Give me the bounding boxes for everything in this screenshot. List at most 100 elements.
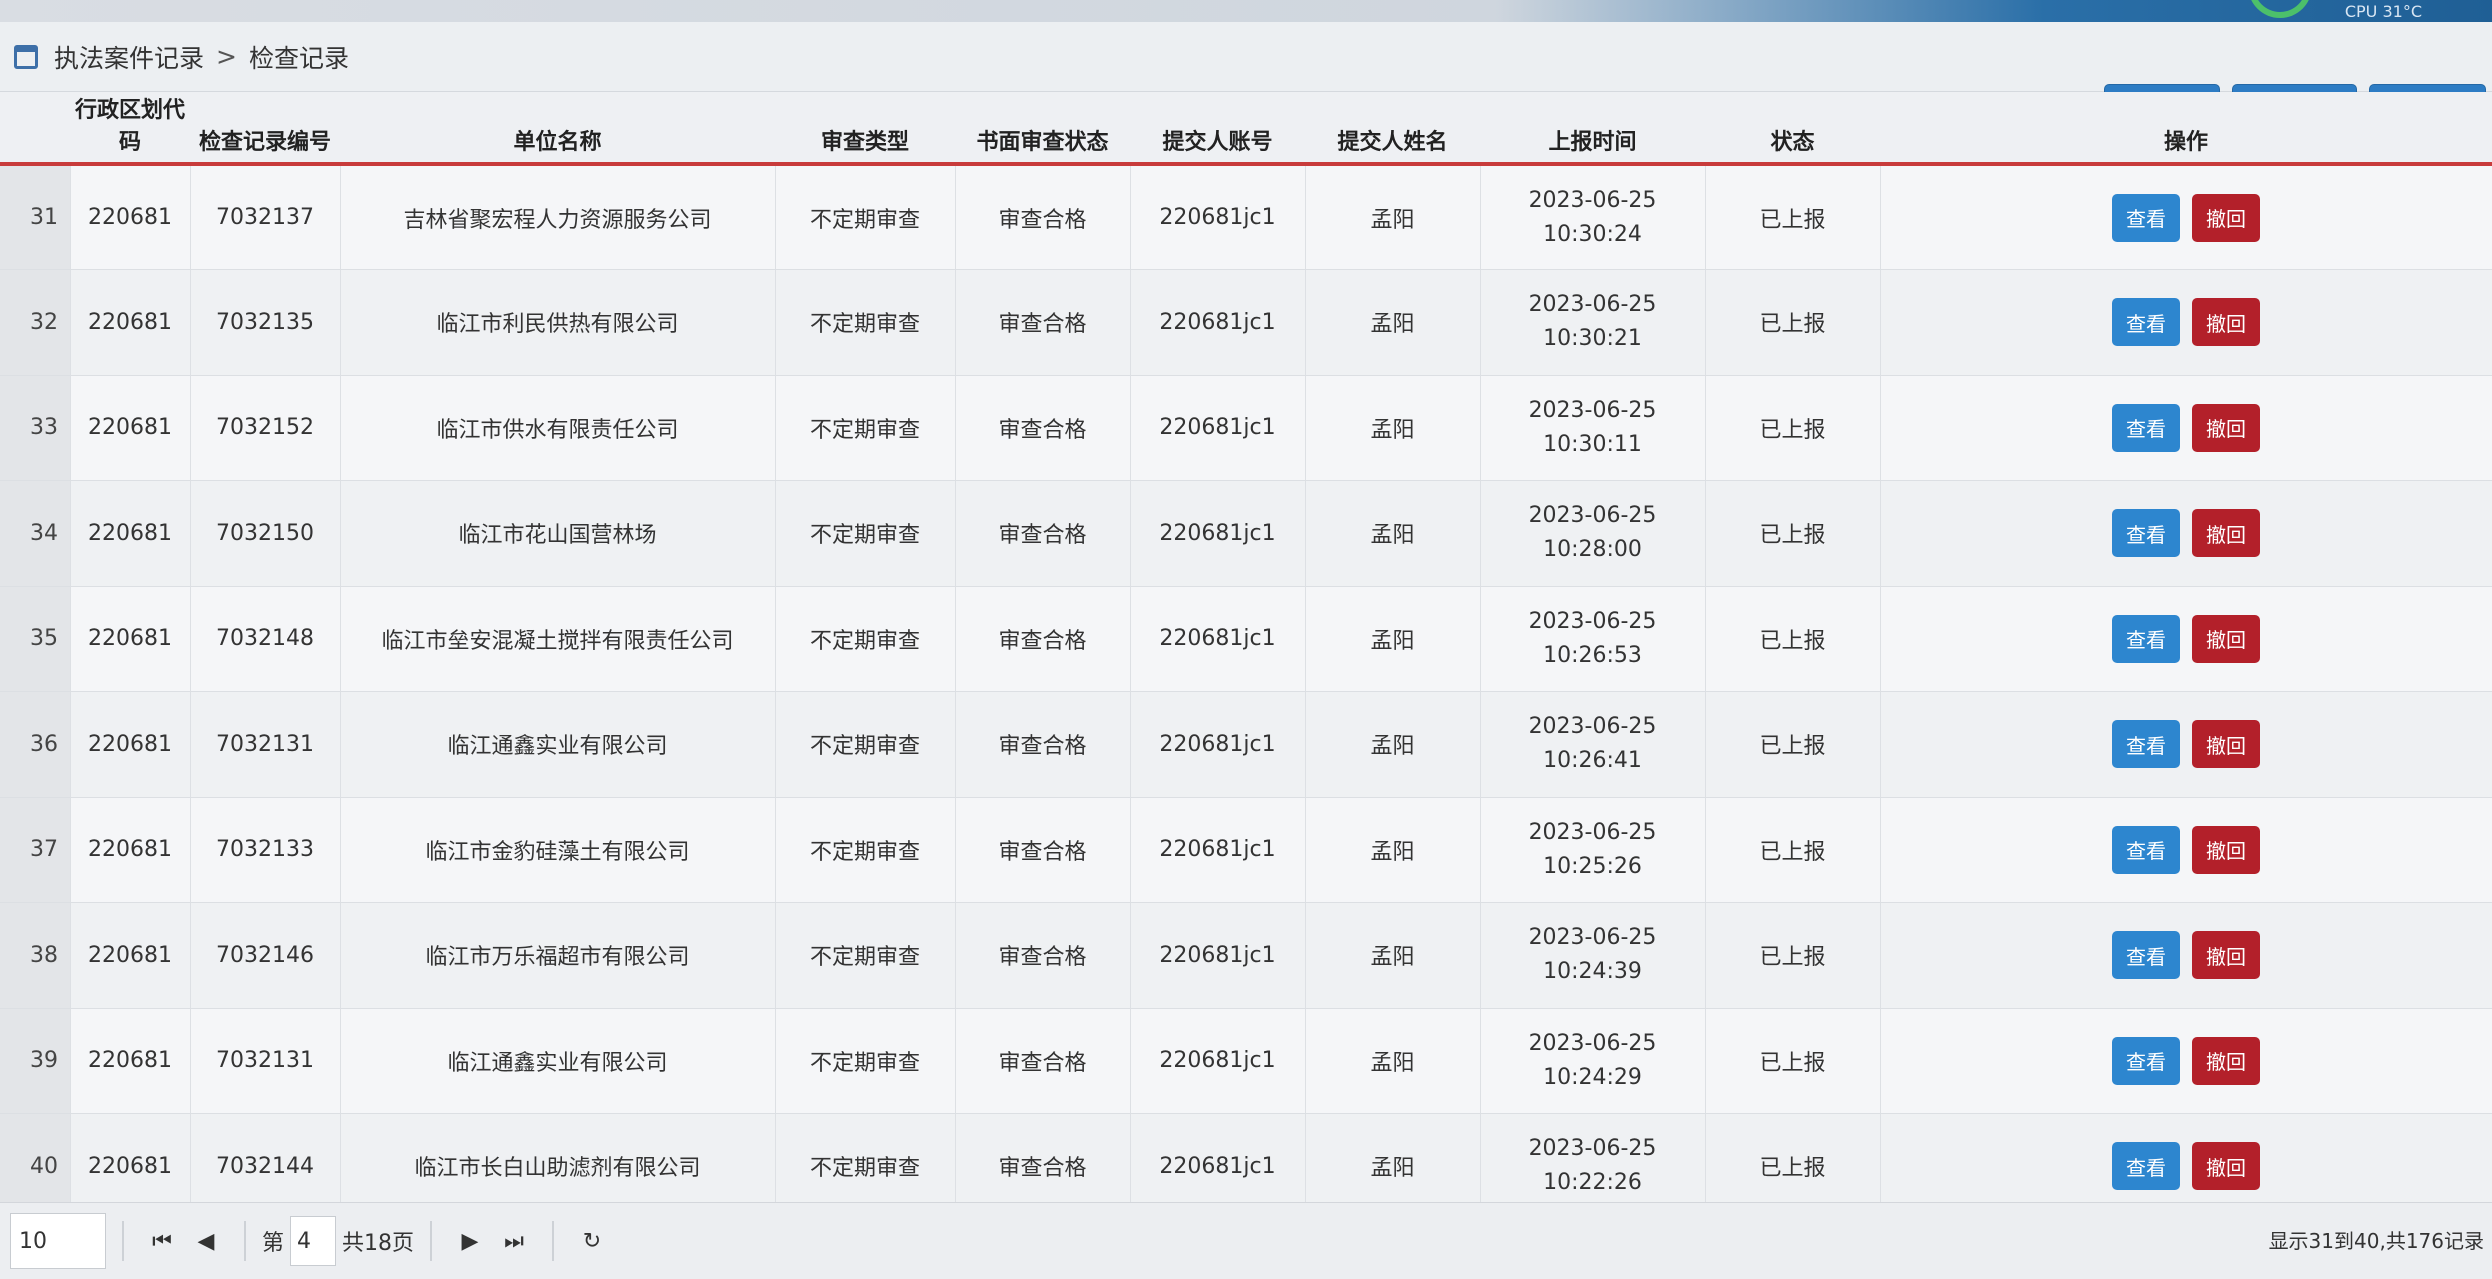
pager-divider	[122, 1221, 124, 1261]
page-size-select[interactable]: 10	[10, 1213, 106, 1269]
report-date: 2023-06-25	[1528, 292, 1657, 318]
cell-region-code: 220681	[70, 902, 191, 1009]
row-index: 31	[0, 164, 71, 270]
cell-report-time: 2023-06-25 10:26:53	[1480, 586, 1706, 692]
col-header-time[interactable]: 上报时间	[1480, 92, 1705, 166]
breadcrumb: 执法案件记录 > 检查记录	[0, 22, 2492, 92]
cell-record-number: 7032133	[190, 797, 341, 903]
cell-review-status: 审查合格	[955, 269, 1131, 376]
cell-operations: 查看 撤回	[1880, 691, 2492, 798]
pager-divider	[430, 1221, 433, 1261]
withdraw-button[interactable]: 撤回	[2192, 509, 2260, 558]
report-clock: 10:28:00	[1543, 537, 1642, 563]
report-clock: 10:30:24	[1543, 221, 1642, 247]
cell-status: 已上报	[1705, 797, 1881, 903]
withdraw-button[interactable]: 撤回	[2192, 403, 2260, 452]
col-header-review[interactable]: 书面审查状态	[955, 92, 1130, 166]
withdraw-button[interactable]: 撤回	[2192, 720, 2260, 769]
cell-submitter-account: 220681jc1	[1130, 1008, 1306, 1114]
withdraw-button[interactable]: 撤回	[2192, 1036, 2260, 1085]
cell-submitter-name: 孟阳	[1305, 164, 1481, 270]
cell-report-time: 2023-06-25 10:24:39	[1480, 902, 1706, 1009]
view-button[interactable]: 查看	[2112, 193, 2180, 242]
withdraw-button[interactable]: 撤回	[2192, 193, 2260, 242]
cell-region-code: 220681	[70, 480, 191, 587]
first-page-icon[interactable]: ⏮	[140, 1229, 184, 1254]
prev-page-icon[interactable]: ◀	[184, 1229, 228, 1254]
report-clock: 10:26:53	[1543, 642, 1642, 668]
cell-unit-name: 吉林省聚宏程人力资源服务公司	[340, 164, 776, 270]
col-header-status[interactable]: 状态	[1705, 92, 1880, 166]
cell-submitter-name: 孟阳	[1305, 269, 1481, 376]
cell-submitter-account: 220681jc1	[1130, 691, 1306, 798]
cell-review-type: 不定期审查	[775, 797, 956, 903]
cell-record-number: 7032135	[190, 269, 341, 376]
cell-submitter-name: 孟阳	[1305, 797, 1481, 903]
cpu-gauge-icon	[2248, 0, 2312, 18]
breadcrumb-root[interactable]: 执法案件记录	[54, 39, 204, 75]
view-button[interactable]: 查看	[2112, 298, 2180, 347]
cpu-label: CPU 31°C	[2344, 2, 2422, 21]
breadcrumb-separator: >	[216, 42, 237, 71]
cell-operations: 查看 撤回	[1880, 480, 2492, 587]
view-button[interactable]: 查看	[2112, 825, 2180, 874]
report-clock: 10:22:26	[1543, 1170, 1642, 1196]
cell-review-status: 审查合格	[955, 375, 1131, 481]
cell-record-number: 7032131	[190, 1008, 341, 1114]
col-header-region[interactable]: 行政区划代码	[70, 92, 190, 166]
col-header-record[interactable]: 检查记录编号	[190, 92, 340, 166]
view-button[interactable]: 查看	[2112, 931, 2180, 980]
report-date: 2023-06-25	[1528, 608, 1657, 634]
cell-submitter-account: 220681jc1	[1130, 164, 1306, 270]
report-clock: 10:30:11	[1543, 431, 1642, 457]
report-date: 2023-06-25	[1528, 503, 1657, 529]
table-row: 34 220681 7032150 临江市花山国营林场 不定期审查 审查合格 220681j…	[0, 480, 2492, 587]
table-row: 37 220681 7032133 临江市金豹硅藻土有限公司 不定期审查 审查合格 2206…	[0, 797, 2492, 903]
view-button[interactable]: 查看	[2112, 720, 2180, 769]
cell-submitter-account: 220681jc1	[1130, 902, 1306, 1009]
row-index: 39	[0, 1008, 71, 1114]
view-button[interactable]: 查看	[2112, 509, 2180, 558]
refresh-icon[interactable]: ↻	[570, 1229, 614, 1254]
cell-submitter-account: 220681jc1	[1130, 375, 1306, 481]
withdraw-button[interactable]: 撤回	[2192, 1142, 2260, 1191]
view-button[interactable]: 查看	[2112, 614, 2180, 663]
next-page-icon[interactable]: ▶	[448, 1229, 492, 1254]
withdraw-button[interactable]: 撤回	[2192, 931, 2260, 980]
report-clock: 10:25:26	[1543, 853, 1642, 879]
withdraw-button[interactable]: 撤回	[2192, 298, 2260, 347]
col-header-unit[interactable]: 单位名称	[340, 92, 775, 166]
withdraw-button[interactable]: 撤回	[2192, 825, 2260, 874]
cell-operations: 查看 撤回	[1880, 902, 2492, 1009]
view-button[interactable]: 查看	[2112, 403, 2180, 452]
report-clock: 10:24:39	[1543, 959, 1642, 985]
report-date: 2023-06-25	[1528, 187, 1657, 213]
cell-report-time: 2023-06-25 10:30:11	[1480, 375, 1706, 481]
view-button[interactable]: 查看	[2112, 1142, 2180, 1191]
report-date: 2023-06-25	[1528, 1030, 1657, 1056]
col-header-name[interactable]: 提交人姓名	[1305, 92, 1480, 166]
cell-status: 已上报	[1705, 480, 1881, 587]
col-header-type[interactable]: 审查类型	[775, 92, 955, 166]
last-page-icon[interactable]: ⏭	[492, 1229, 536, 1254]
cell-submitter-account: 220681jc1	[1130, 480, 1306, 587]
row-index: 34	[0, 480, 71, 587]
top-strip: CPU 31°C	[0, 0, 2492, 22]
cell-review-status: 审查合格	[955, 797, 1131, 903]
table-row: 39 220681 7032131 临江通鑫实业有限公司 不定期审查 审查合格 220681…	[0, 1008, 2492, 1114]
cell-region-code: 220681	[70, 586, 191, 692]
cell-record-number: 7032148	[190, 586, 341, 692]
cell-status: 已上报	[1705, 164, 1881, 270]
row-index: 36	[0, 691, 71, 798]
cell-report-time: 2023-06-25 10:28:00	[1480, 480, 1706, 587]
withdraw-button[interactable]: 撤回	[2192, 614, 2260, 663]
cell-review-type: 不定期审查	[775, 902, 956, 1009]
col-header-account[interactable]: 提交人账号	[1130, 92, 1305, 166]
cell-region-code: 220681	[70, 797, 191, 903]
records-table: 行政区划代码 检查记录编号 单位名称 审查类型 书面审查状态 提交人账号 提交人…	[0, 92, 2492, 1220]
cell-status: 已上报	[1705, 269, 1881, 376]
view-button[interactable]: 查看	[2112, 1036, 2180, 1085]
current-page-input[interactable]: 4	[290, 1216, 337, 1266]
cell-review-type: 不定期审查	[775, 164, 956, 270]
cell-review-status: 审查合格	[955, 1008, 1131, 1114]
